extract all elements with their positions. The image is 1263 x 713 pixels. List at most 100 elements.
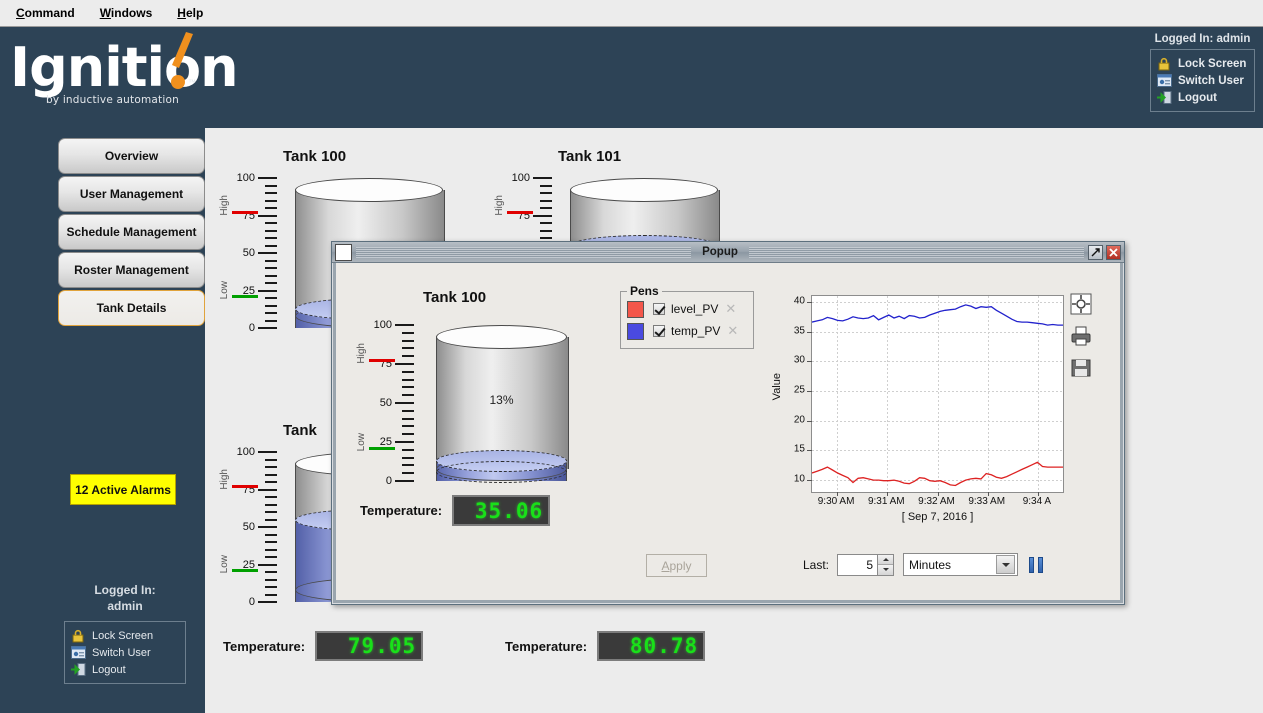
gauge-tick-label: 50 [380, 397, 392, 409]
stepper-down-button[interactable] [878, 565, 893, 575]
window-system-icon[interactable] [335, 244, 352, 261]
popup-gauge-scale: 1007550250HighLow [362, 325, 414, 481]
popup-title-bar[interactable]: Popup [332, 242, 1124, 263]
gauge-tick [258, 451, 277, 453]
chart-series-layer [812, 296, 1063, 492]
gauge-tick [265, 245, 277, 247]
apply-button[interactable]: Apply [646, 554, 707, 577]
gauge-tick [402, 394, 414, 396]
active-alarms-button[interactable]: 12 Active Alarms [70, 474, 176, 505]
title-grip-right [749, 247, 1084, 258]
close-button[interactable] [1106, 245, 1121, 260]
gauge-tick-label: 50 [243, 521, 255, 533]
sidebar-user-actions: Lock Screen Switch User Logout [64, 621, 186, 684]
pen-checkbox-temp-pv[interactable] [653, 325, 665, 337]
pen-delete-temp-pv[interactable]: ✕ [727, 325, 738, 337]
gauge-tick [265, 297, 277, 299]
logout-icon [1157, 91, 1173, 105]
stepper-arrows[interactable] [877, 555, 893, 575]
sidebar-item-overview[interactable]: Overview [58, 138, 205, 174]
gauge-tick [265, 541, 277, 543]
header-logout-label: Logout [1178, 92, 1217, 104]
logo-tm: ™ [188, 78, 196, 87]
pen-name-level-pv: level_PV [671, 302, 718, 316]
tank-bottom-left-title: Tank [283, 422, 317, 439]
title-grip-left [356, 247, 691, 258]
chart-y-tick-label: 10 [777, 474, 805, 485]
switch-user-icon [1157, 74, 1173, 88]
gauge-tick [395, 324, 414, 326]
switch-user-icon [71, 646, 87, 660]
gauge-high-label: High [219, 195, 230, 216]
gauge-tick [265, 192, 277, 194]
tank-101-temperature-label: Temperature: [505, 639, 587, 654]
pen-color-swatch-temp-pv[interactable] [627, 323, 644, 340]
maximize-button[interactable] [1088, 245, 1103, 260]
lock-screen-button[interactable]: Lock Screen [71, 627, 179, 644]
chart-y-tick-label: 30 [777, 355, 805, 366]
gauge-tick [533, 215, 552, 217]
gauge-tick [258, 290, 277, 292]
time-unit-select[interactable]: Minutes [903, 553, 1018, 576]
pens-panel-title: Pens [627, 284, 662, 298]
sidebar-item-user-management[interactable]: User Management [58, 176, 205, 212]
menu-item-help[interactable]: Help [166, 3, 214, 23]
menu-item-windows[interactable]: Windows [89, 3, 164, 23]
save-icon[interactable] [1070, 357, 1092, 379]
gauge-tick [258, 252, 277, 254]
sidebar-item-tank-details[interactable]: Tank Details [58, 290, 205, 326]
stepper-up-button[interactable] [878, 555, 893, 566]
pen-delete-level-pv[interactable]: ✕ [725, 303, 736, 315]
last-value-stepper[interactable]: 5 [837, 554, 894, 576]
sidebar-item-roster-management[interactable]: Roster Management [58, 252, 205, 288]
header-switch-user-button[interactable]: Switch User [1157, 72, 1248, 89]
gauge-tick [265, 496, 277, 498]
gauge-tick [402, 355, 414, 357]
pen-color-swatch-level-pv[interactable] [627, 301, 644, 318]
chart-line-temp_PV [812, 305, 1063, 325]
menu-item-command[interactable]: CCommandommand [5, 3, 86, 23]
switch-user-button[interactable]: Switch User [71, 644, 179, 661]
popup-tank-level-text: 13% [436, 393, 567, 407]
switch-user-label: Switch User [92, 647, 151, 659]
tank-101-temperature-display: 80.78 [597, 631, 705, 661]
gauge-tick [265, 459, 277, 461]
gauge-tick [402, 340, 414, 342]
gauge-tick [258, 489, 277, 491]
print-icon[interactable] [1070, 325, 1092, 347]
gauge-tick [402, 449, 414, 451]
gauge-tick [265, 586, 277, 588]
pens-panel: Pens level_PV ✕ temp_PV ✕ [620, 291, 754, 349]
logo-tagline: by inductive automation [46, 94, 179, 106]
pen-row-temp-pv: temp_PV ✕ [627, 322, 738, 340]
gauge-tick [265, 185, 277, 187]
chart-plot-area[interactable] [811, 295, 1064, 493]
menu-bar: CCommandommand Windows Help [0, 0, 1263, 27]
gauge-high-label: High [356, 343, 367, 364]
chart-date-label: [ Sep 7, 2016 ] [811, 511, 1064, 523]
tank-100-temperature-row: Temperature: 79.05 [223, 631, 423, 661]
logout-button[interactable]: Logout [71, 661, 179, 678]
popup-temperature-row: Temperature: 35.06 [360, 495, 550, 526]
tank-100-gauge-scale: 1007550250HighLow [225, 178, 277, 328]
chart-line-level_PV [812, 462, 1063, 485]
sidebar-item-schedule-management[interactable]: Schedule Management [58, 214, 205, 250]
gauge-tick [265, 579, 277, 581]
last-value-input[interactable]: 5 [838, 558, 877, 572]
gauge-tick [540, 192, 552, 194]
ignition-logo: Ignition ™ by inductive automation [10, 30, 200, 116]
gauge-tick [265, 267, 277, 269]
header-lock-screen-button[interactable]: Lock Screen [1157, 55, 1248, 72]
tank-100-temperature-display: 79.05 [315, 631, 423, 661]
chevron-down-icon[interactable] [996, 555, 1015, 574]
time-range-controls: Last: 5 Minutes [803, 553, 1043, 576]
gauge-tick [402, 472, 414, 474]
fit-to-screen-icon[interactable] [1070, 293, 1092, 315]
trend-chart[interactable]: Value [ Sep 7, 2016 ] 101520253035409:30… [773, 289, 1064, 531]
pause-button[interactable] [1029, 557, 1043, 573]
chart-x-tick-label: 9:33 AM [968, 496, 1005, 507]
header-logout-button[interactable]: Logout [1157, 89, 1248, 106]
pen-checkbox-level-pv[interactable] [653, 303, 665, 315]
tank-bottom-left-gauge-scale: 1007550250HighLow [225, 452, 277, 602]
gauge-tick-label: 0 [249, 596, 255, 608]
